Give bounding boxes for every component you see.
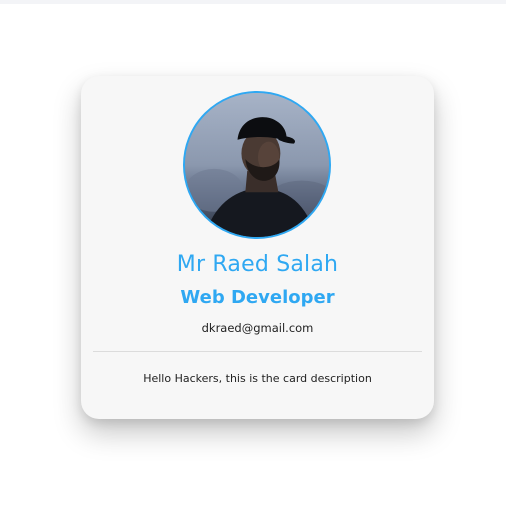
profile-email: dkraed@gmail.com: [201, 321, 314, 335]
top-strip: [0, 0, 506, 4]
profile-title: Web Developer: [180, 287, 335, 308]
profile-name: Mr Raed Salah: [176, 252, 339, 277]
profile-avatar: [183, 91, 331, 239]
card-divider: [93, 351, 422, 352]
card-description: Hello Hackers, this is the card descript…: [143, 372, 372, 385]
page: Mr Raed Salah Web Developer dkraed@gmail…: [0, 0, 506, 506]
profile-card: Mr Raed Salah Web Developer dkraed@gmail…: [81, 76, 434, 419]
profile-photo-icon: [185, 93, 329, 237]
